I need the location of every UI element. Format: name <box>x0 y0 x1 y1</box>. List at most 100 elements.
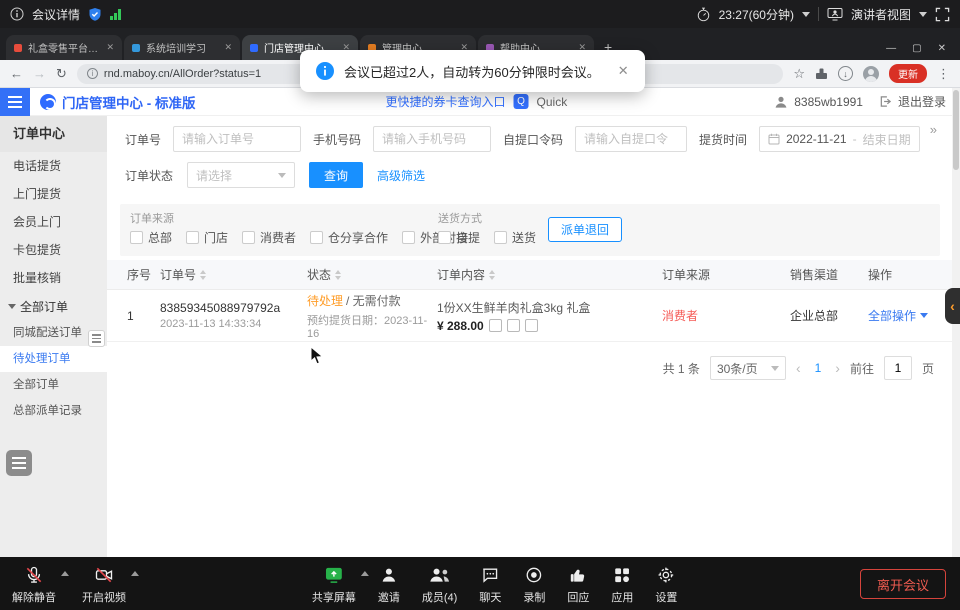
apps-button[interactable]: 应用 <box>611 564 633 605</box>
back-icon[interactable]: ← <box>10 66 23 81</box>
share-screen-button[interactable]: 共享屏幕 <box>312 564 356 605</box>
checkbox-hq[interactable]: 总部 <box>130 229 172 246</box>
apps-label: 应用 <box>611 589 633 605</box>
pickup-code-input[interactable] <box>575 126 687 152</box>
meeting-panel-handle[interactable]: ‹ <box>945 288 960 324</box>
checkbox-consumer[interactable]: 消费者 <box>242 229 296 246</box>
sort-icon[interactable] <box>335 270 341 280</box>
download-icon[interactable]: ↓ <box>838 66 853 81</box>
browser-tab[interactable]: 礼盒零售平台管理中心 ✕ <box>6 35 122 60</box>
start-video-button[interactable]: 开启视频 <box>82 564 126 605</box>
floating-toolbar-toggle[interactable] <box>6 450 32 476</box>
logout-button[interactable]: 退出登录 <box>898 93 946 110</box>
view-mode-caret-icon[interactable] <box>919 12 927 17</box>
browser-update-button[interactable]: 更新 <box>889 64 927 83</box>
pagination-prev-icon[interactable]: ‹ <box>796 360 801 376</box>
pagination-next-icon[interactable]: › <box>835 360 840 376</box>
sidebar-item-batch-verify[interactable]: 批量核销 <box>0 264 107 292</box>
extensions-puzzle-icon[interactable] <box>815 67 828 80</box>
window-controls: — ▢ ✕ <box>878 43 954 60</box>
table-row: 1 83859345088979792a 2023-11-13 14:33:34… <box>107 290 952 342</box>
goto-page-input[interactable] <box>884 356 912 380</box>
site-info-icon[interactable]: i <box>87 68 98 79</box>
mic-options-caret-icon[interactable] <box>61 571 69 576</box>
col-content[interactable]: 订单内容 <box>437 266 662 283</box>
collapse-panel-icon[interactable]: » <box>930 122 936 137</box>
checkbox-share-coop[interactable]: 仓分享合作 <box>310 229 388 246</box>
phone-input[interactable] <box>373 126 491 152</box>
browser-menu-icon[interactable]: ⋮ <box>937 66 950 82</box>
checkbox-label: 总部 <box>148 229 172 246</box>
list-panel-icon[interactable] <box>88 330 105 347</box>
sort-icon[interactable] <box>200 270 206 280</box>
members-button[interactable]: 成员(4) <box>422 564 457 605</box>
tab-favicon <box>14 44 22 52</box>
browser-profile-avatar[interactable] <box>863 66 879 82</box>
meeting-details-button[interactable]: 会议详情 <box>32 6 80 23</box>
reload-icon[interactable]: ↻ <box>56 66 67 82</box>
window-maximize-icon[interactable]: ▢ <box>912 43 921 54</box>
divider <box>818 7 819 21</box>
page-number[interactable]: 1 <box>811 361 826 375</box>
col-order-no[interactable]: 订单号 <box>160 266 307 283</box>
hamburger-menu-button[interactable] <box>0 88 30 116</box>
reactions-button[interactable]: 回应 <box>567 564 589 605</box>
leave-meeting-button[interactable]: 离开会议 <box>860 569 946 599</box>
share-options-caret-icon[interactable] <box>361 571 369 576</box>
sidebar-subitem-all-orders[interactable]: 全部订单 <box>0 372 107 398</box>
chat-button[interactable]: 聊天 <box>479 564 501 605</box>
video-options-caret-icon[interactable] <box>131 571 139 576</box>
forward-icon[interactable]: → <box>33 66 46 81</box>
tab-close-icon[interactable]: ✕ <box>106 42 114 53</box>
browser-tab[interactable]: 系统培训学习 ✕ <box>124 35 240 60</box>
bookmark-star-icon[interactable]: ☆ <box>793 66 805 82</box>
invite-button[interactable]: 邀请 <box>378 564 400 605</box>
coupon-query-link[interactable]: 更快捷的券卡查询入口 <box>386 93 506 110</box>
order-status-select[interactable]: 请选择 <box>187 162 295 188</box>
network-signal-icon[interactable] <box>110 9 121 20</box>
view-mode-icon <box>827 7 843 21</box>
checkbox-store[interactable]: 门店 <box>186 229 228 246</box>
col-status[interactable]: 状态 <box>307 266 437 283</box>
record-button[interactable]: 录制 <box>523 564 545 605</box>
logout-icon <box>879 95 892 108</box>
sidebar-item-member-visit[interactable]: 会员上门 <box>0 208 107 236</box>
col-label: 状态 <box>307 266 331 283</box>
row-actions-dropdown[interactable]: 全部操作 <box>868 307 952 324</box>
order-no-input[interactable] <box>173 126 301 152</box>
toast-close-icon[interactable]: ✕ <box>618 63 629 79</box>
app-title: 门店管理中心 - 标准版 <box>62 92 196 112</box>
tab-title: 系统培训学习 <box>146 40 218 55</box>
date-range-picker[interactable]: 2022-11-21 - 结束日期 <box>759 126 920 152</box>
window-close-icon[interactable]: ✕ <box>938 43 946 54</box>
meeting-timer[interactable]: 23:27(60分钟) <box>719 6 794 23</box>
advanced-filter-link[interactable]: 高级筛选 <box>377 167 425 184</box>
fullscreen-icon[interactable] <box>935 7 950 22</box>
sidebar-group-all-orders[interactable]: 全部订单 <box>0 292 107 320</box>
window-minimize-icon[interactable]: — <box>886 43 896 54</box>
app-logo: 门店管理中心 - 标准版 <box>40 92 196 112</box>
unmute-button[interactable]: 解除静音 <box>12 564 56 605</box>
timer-caret-icon[interactable] <box>802 12 810 17</box>
search-button[interactable]: 查询 <box>309 162 363 188</box>
start-video-label: 开启视频 <box>82 589 126 605</box>
settings-button[interactable]: 设置 <box>655 564 677 605</box>
mouse-cursor <box>310 346 324 366</box>
username[interactable]: 8385wb1991 <box>794 95 863 109</box>
view-mode-label[interactable]: 演讲者视图 <box>851 6 911 23</box>
checkbox-self-pickup[interactable]: 自提 <box>438 229 480 246</box>
page-size-select[interactable]: 30条/页 <box>710 356 786 380</box>
sidebar-item-phone-pickup[interactable]: 电话提货 <box>0 152 107 180</box>
scrollbar-thumb[interactable] <box>953 90 959 170</box>
sidebar-item-door-pickup[interactable]: 上门提货 <box>0 180 107 208</box>
tab-close-icon[interactable]: ✕ <box>224 42 232 53</box>
checkbox-delivery[interactable]: 送货 <box>494 229 536 246</box>
sort-icon[interactable] <box>489 270 495 280</box>
quick-badge-icon[interactable]: Q <box>514 94 529 109</box>
sidebar-item-card-pickup[interactable]: 卡包提货 <box>0 236 107 264</box>
quick-label[interactable]: Quick <box>537 95 568 109</box>
sidebar-subitem-pending-orders[interactable]: 待处理订单 <box>0 346 107 372</box>
shield-icon[interactable] <box>88 7 102 22</box>
sidebar-subitem-hq-dispatch[interactable]: 总部派单记录 <box>0 398 107 424</box>
dispatch-return-button[interactable]: 派单退回 <box>548 217 622 242</box>
